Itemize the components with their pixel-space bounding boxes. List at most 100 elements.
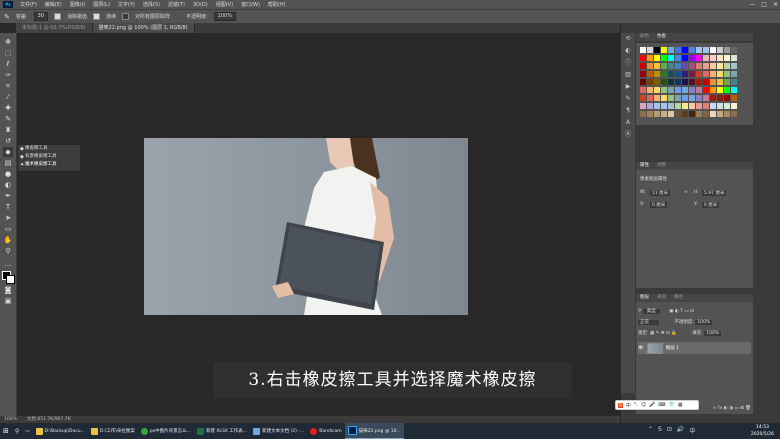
color-swatch[interactable] — [640, 47, 646, 53]
menu-image[interactable]: 图像(I) — [66, 1, 89, 8]
x-field[interactable]: 0 厘米 — [650, 202, 668, 208]
color-swatch[interactable] — [647, 95, 653, 101]
color-swatch[interactable] — [675, 95, 681, 101]
color-swatch[interactable] — [696, 103, 702, 109]
color-swatch[interactable] — [689, 95, 695, 101]
color-swatch[interactable] — [654, 95, 660, 101]
quick-select-tool-icon[interactable]: ✑ — [3, 70, 13, 80]
color-swatch[interactable] — [668, 87, 674, 93]
color-swatch[interactable] — [717, 47, 723, 53]
magic-eraser-tool-icon[interactable]: ✎ — [4, 13, 10, 21]
color-swatch[interactable] — [668, 55, 674, 61]
opacity-input[interactable]: 100% — [213, 12, 236, 21]
color-swatch[interactable] — [703, 71, 709, 77]
color-swatch[interactable] — [668, 79, 674, 85]
tab-untitled[interactable]: 未标题-1 @ 66.7%(RGB/8) — [16, 23, 93, 33]
color-swatch[interactable] — [682, 95, 688, 101]
color-swatch[interactable] — [717, 87, 723, 93]
taskbar-item-notepad[interactable]: 新建文本文档 (2) -... — [250, 423, 307, 439]
color-swatch[interactable] — [654, 111, 660, 117]
task-view-button[interactable]: ▭ — [22, 423, 32, 439]
color-swatch[interactable] — [717, 95, 723, 101]
color-swatch[interactable] — [654, 71, 660, 77]
color-swatch[interactable] — [696, 87, 702, 93]
color-swatch[interactable] — [696, 47, 702, 53]
tab-color[interactable]: 颜色 — [640, 33, 649, 41]
layer-kind-select[interactable]: 类型 — [642, 309, 660, 314]
color-swatch[interactable] — [640, 111, 646, 117]
color-swatch[interactable] — [696, 95, 702, 101]
menu-filter[interactable]: 滤镜(T) — [164, 1, 189, 8]
eyedropper-tool-icon[interactable]: ⁄ — [3, 92, 13, 102]
tab-properties[interactable]: 属性 — [640, 162, 649, 170]
color-swatch[interactable] — [647, 103, 653, 109]
taskbar-clock[interactable]: 14:53 2020/5/26 — [751, 424, 774, 438]
healing-tool-icon[interactable]: ✚ — [3, 103, 13, 113]
libraries-panel-icon[interactable]: ▥ — [624, 71, 632, 79]
more-tools-icon[interactable]: … — [3, 259, 13, 269]
ime-skin-icon[interactable]: 👕 — [669, 402, 675, 408]
color-swatch[interactable] — [647, 87, 653, 93]
color-swatch[interactable] — [731, 87, 737, 93]
color-swatch[interactable] — [682, 47, 688, 53]
taskbar-item-work[interactable]: D:\工作\朵拉图案 — [88, 423, 138, 439]
color-swatch[interactable] — [724, 63, 730, 69]
shape-tool-icon[interactable]: ▭ — [3, 224, 13, 234]
tab-cat-png[interactable]: 猫咪22.png @ 100% (图层 1, RGB/8) — [92, 23, 195, 33]
menu-file[interactable]: 文件(F) — [16, 1, 41, 8]
color-swatch[interactable] — [710, 71, 716, 77]
color-swatch[interactable] — [717, 79, 723, 85]
height-field[interactable]: 5.97 厘米 — [702, 190, 727, 196]
color-swatch[interactable] — [647, 111, 653, 117]
color-swatch[interactable] — [724, 111, 730, 117]
color-swatch[interactable] — [703, 63, 709, 69]
color-swatch[interactable] — [654, 79, 660, 85]
color-swatch[interactable] — [647, 47, 653, 53]
color-swatch[interactable] — [668, 71, 674, 77]
color-swatch[interactable] — [731, 103, 737, 109]
taskbar-item-excel[interactable]: 新建 XLSX 工作表... — [194, 423, 250, 439]
ime-emoji-icon[interactable]: ☺ — [641, 402, 646, 408]
color-swatch[interactable] — [703, 111, 709, 117]
history-panel-icon[interactable]: ⟲ — [624, 35, 632, 43]
zoom-level[interactable]: 100% — [4, 416, 17, 423]
antialias-checkbox[interactable] — [53, 13, 61, 20]
marquee-tool-icon[interactable]: ⬚ — [3, 48, 13, 58]
color-swatch[interactable] — [724, 87, 730, 93]
history-brush-tool-icon[interactable]: ↺ — [3, 136, 13, 146]
color-swatch[interactable] — [724, 95, 730, 101]
color-swatch[interactable] — [731, 71, 737, 77]
actions-panel-icon[interactable]: ▶ — [624, 83, 632, 91]
color-swatch[interactable] — [724, 71, 730, 77]
color-swatch[interactable] — [682, 111, 688, 117]
search-button[interactable]: ⚲ — [12, 423, 22, 439]
ime-voice-icon[interactable]: 🎤 — [649, 402, 655, 408]
color-swatch[interactable] — [682, 71, 688, 77]
color-swatch[interactable] — [710, 55, 716, 61]
color-swatch[interactable] — [703, 55, 709, 61]
color-swatch[interactable] — [696, 79, 702, 85]
menu-edit[interactable]: 编辑(E) — [41, 1, 66, 8]
color-swatch[interactable] — [689, 71, 695, 77]
color-swatch[interactable] — [731, 55, 737, 61]
ime-keyboard-icon[interactable]: ⌨ — [658, 402, 665, 408]
taskbar-item-backup[interactable]: D:\Backup\Docu... — [33, 423, 88, 439]
color-swatch[interactable] — [717, 103, 723, 109]
link-icon[interactable]: ∞ — [684, 190, 688, 195]
color-swatch[interactable] — [710, 95, 716, 101]
color-swatch[interactable] — [675, 111, 681, 117]
color-swatch[interactable] — [696, 55, 702, 61]
menu-select[interactable]: 选择(S) — [139, 1, 164, 8]
width-field[interactable]: 11 厘米 — [650, 190, 671, 196]
color-swatch[interactable] — [640, 87, 646, 93]
color-swatch[interactable] — [675, 87, 681, 93]
color-swatch[interactable] — [731, 79, 737, 85]
color-swatch[interactable] — [675, 63, 681, 69]
blend-mode-select[interactable]: 正常 — [638, 320, 659, 325]
color-swatch[interactable] — [710, 79, 716, 85]
color-swatch[interactable] — [661, 79, 667, 85]
color-swatch[interactable] — [696, 71, 702, 77]
color-swatch[interactable] — [654, 63, 660, 69]
dodge-tool-icon[interactable]: ◐ — [3, 180, 13, 190]
lock-icons[interactable]: ▦ ✎ ✥ ⊡ 🔒 — [650, 331, 677, 336]
